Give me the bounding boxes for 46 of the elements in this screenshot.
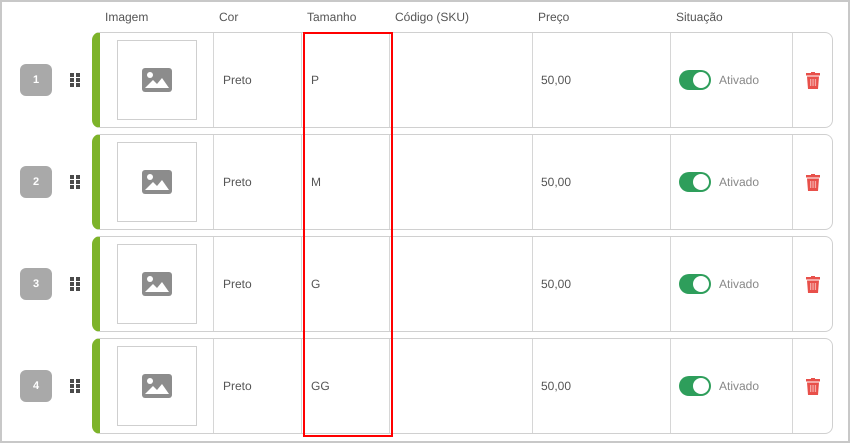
column-header: Preço <box>538 9 570 26</box>
drag-handle-icon[interactable] <box>70 73 80 87</box>
size-value: P <box>311 72 320 89</box>
row-number-badge: 2 <box>20 166 52 198</box>
status-label: Ativado <box>719 378 760 395</box>
size-value: M <box>311 174 321 191</box>
image-placeholder-icon <box>142 68 172 92</box>
row-number-badge: 1 <box>20 64 52 96</box>
status-toggle[interactable] <box>679 376 711 396</box>
size-value: GG <box>311 378 330 395</box>
price-value: 50,00 <box>541 276 572 293</box>
color-value: Preto <box>223 174 252 191</box>
size-value: G <box>311 276 320 293</box>
drag-handle-icon[interactable] <box>70 277 80 291</box>
status-label: Ativado <box>719 72 760 89</box>
color-value: Preto <box>223 72 252 89</box>
column-header: Tamanho <box>307 9 356 26</box>
column-header: Imagem <box>105 9 148 26</box>
status-label: Ativado <box>719 174 760 191</box>
column-header: Situação <box>676 9 723 26</box>
image-upload-box[interactable] <box>116 244 196 324</box>
trash-icon[interactable] <box>806 276 820 292</box>
status-toggle[interactable] <box>679 274 711 294</box>
trash-icon[interactable] <box>806 378 820 394</box>
color-value: Preto <box>223 378 252 395</box>
trash-icon[interactable] <box>806 72 820 88</box>
image-placeholder-icon <box>142 272 172 296</box>
price-value: 50,00 <box>541 174 572 191</box>
trash-icon[interactable] <box>806 174 820 190</box>
drag-handle-icon[interactable] <box>70 175 80 189</box>
row-number-badge: 4 <box>20 370 52 402</box>
price-value: 50,00 <box>541 378 572 395</box>
image-upload-box[interactable] <box>116 346 196 426</box>
image-upload-box[interactable] <box>116 40 196 120</box>
column-header: Cor <box>219 9 238 26</box>
status-toggle[interactable] <box>679 70 711 90</box>
image-placeholder-icon <box>142 374 172 398</box>
column-header: Código (SKU) <box>395 9 470 26</box>
image-placeholder-icon <box>142 170 172 194</box>
price-value: 50,00 <box>541 72 572 89</box>
row-number-badge: 3 <box>20 268 52 300</box>
drag-handle-icon[interactable] <box>70 379 80 393</box>
status-label: Ativado <box>719 276 760 293</box>
image-upload-box[interactable] <box>116 142 196 222</box>
color-value: Preto <box>223 276 252 293</box>
status-toggle[interactable] <box>679 172 711 192</box>
